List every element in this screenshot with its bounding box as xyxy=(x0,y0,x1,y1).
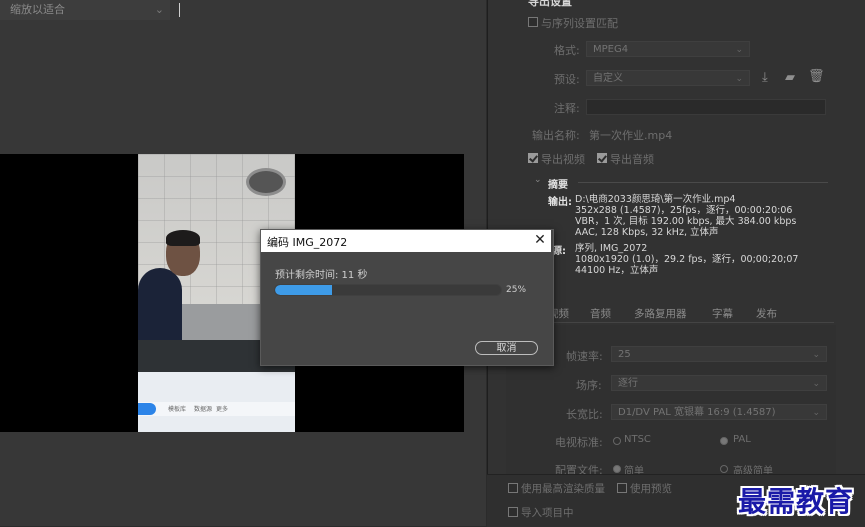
format-label: 格式: xyxy=(554,44,580,57)
close-icon[interactable]: ✕ xyxy=(532,230,548,250)
comment-label: 注释: xyxy=(554,102,580,115)
use-previews-checkbox[interactable] xyxy=(617,483,627,493)
text-cursor xyxy=(179,3,180,17)
cancel-button[interactable]: 取消 xyxy=(475,341,538,355)
field-order-label: 场序: xyxy=(576,379,602,392)
match-sequence-checkbox[interactable] xyxy=(528,17,538,27)
export-video-label: 导出视频 xyxy=(541,153,585,166)
output-summary-line: AAC, 128 Kbps, 32 kHz, 立体声 xyxy=(575,227,719,238)
pal-radio[interactable] xyxy=(720,437,728,445)
output-name-link[interactable]: 第一次作业.mp4 xyxy=(589,127,672,143)
delete-preset-icon[interactable]: 🗑 xyxy=(808,69,825,84)
ntsc-radio[interactable] xyxy=(613,437,621,445)
frame-rate-value: 25 xyxy=(618,349,631,360)
tab-multiplexer[interactable]: 多路复用器 xyxy=(634,306,687,321)
chevron-down-icon: ⌄ xyxy=(812,408,820,418)
encoding-progress-bar xyxy=(274,284,502,296)
fit-dropdown[interactable]: 缩放以适合 ⌄ xyxy=(0,0,170,20)
tab-audio[interactable]: 音频 xyxy=(590,306,611,321)
source-summary-line: 1080x1920 (1.0)，29.2 fps，逐行，00;00;20;07 xyxy=(575,254,799,265)
max-render-quality-checkbox[interactable] xyxy=(508,483,518,493)
screen-text-3: 更多 xyxy=(216,406,229,413)
dialog-title: 编码 IMG_2072 xyxy=(267,236,348,249)
source-summary-label: 源: xyxy=(552,246,566,257)
import-into-project-label: 导入项目中 xyxy=(521,507,574,519)
use-previews-label: 使用预览 xyxy=(630,483,672,495)
export-audio-label: 导出音频 xyxy=(610,153,654,166)
comment-input[interactable] xyxy=(586,99,826,115)
profile-advanced-radio[interactable] xyxy=(720,465,728,473)
output-name-label: 输出名称: xyxy=(532,129,580,142)
summary-collapse-icon[interactable]: ⌄ xyxy=(534,175,542,185)
save-preset-icon[interactable]: ⤓ xyxy=(762,70,768,85)
aspect-label: 长宽比: xyxy=(566,408,603,421)
preset-label: 预设: xyxy=(554,73,580,86)
aspect-value: D1/DV PAL 宽银幕 16:9 (1.4587) xyxy=(618,407,776,418)
pal-label: PAL xyxy=(733,434,751,445)
summary-label: 摘要 xyxy=(548,180,568,191)
max-render-quality-label: 使用最高渲染质量 xyxy=(521,483,605,495)
tab-captions[interactable]: 字幕 xyxy=(712,306,733,321)
import-preset-icon[interactable]: ▰ xyxy=(785,70,795,85)
screen-text-2: 数据源 xyxy=(194,406,213,413)
match-sequence-label: 与序列设置匹配 xyxy=(541,17,618,30)
preset-select[interactable]: 自定义 ⌄ xyxy=(586,70,750,86)
tab-publish[interactable]: 发布 xyxy=(756,306,777,321)
source-summary-line: 序列, IMG_2072 xyxy=(575,243,648,254)
output-summary-label: 输出: xyxy=(548,197,572,208)
chevron-down-icon: ⌄ xyxy=(154,3,164,16)
time-remaining-text: 预计剩余时间: 11 秒 xyxy=(275,270,368,281)
profile-simple-radio[interactable] xyxy=(613,465,621,473)
screen-text-1: 模板库 xyxy=(168,406,187,413)
summary-divider xyxy=(578,182,828,183)
ntsc-label: NTSC xyxy=(624,434,651,445)
tv-standard-label: 电视标准: xyxy=(555,436,603,449)
watermark-logo: 最需教育 xyxy=(738,485,855,518)
field-order-select[interactable]: 逐行 ⌄ xyxy=(611,375,827,391)
export-settings-title: 导出设置 xyxy=(528,0,572,8)
frame-rate-select[interactable]: 25 ⌄ xyxy=(611,346,827,362)
source-summary-line: 44100 Hz，立体声 xyxy=(575,265,659,276)
import-into-project-checkbox[interactable] xyxy=(508,507,518,517)
output-summary-line: D:\电商2033颜思琦\第一次作业.mp4 xyxy=(575,194,736,205)
format-select[interactable]: MPEG4 ⌄ xyxy=(586,41,750,57)
output-summary-line: VBR，1 次, 目标 192.00 kbps, 最大 384.00 kbps xyxy=(575,216,797,227)
fit-dropdown-label: 缩放以适合 xyxy=(10,3,65,16)
field-order-value: 逐行 xyxy=(618,378,638,389)
aspect-select[interactable]: D1/DV PAL 宽银幕 16:9 (1.4587) ⌄ xyxy=(611,404,827,420)
ceiling-light-image xyxy=(246,168,286,196)
chevron-down-icon: ⌄ xyxy=(735,45,743,55)
format-value: MPEG4 xyxy=(593,44,629,55)
frame-rate-label: 帧速率: xyxy=(566,350,603,363)
chevron-down-icon: ⌄ xyxy=(735,74,743,84)
progress-fill xyxy=(275,285,332,295)
chevron-down-icon: ⌄ xyxy=(812,379,820,389)
export-audio-checkbox[interactable] xyxy=(597,153,607,163)
chevron-down-icon: ⌄ xyxy=(812,350,820,360)
output-summary-line: 352x288 (1.4587)，25fps，逐行，00:00:20:06 xyxy=(575,205,793,216)
progress-percent-text: 25% xyxy=(506,285,527,295)
laptop-screen-button xyxy=(138,403,156,415)
person-hair-image xyxy=(166,230,200,246)
preset-value: 自定义 xyxy=(593,73,623,84)
export-video-checkbox[interactable] xyxy=(528,153,538,163)
